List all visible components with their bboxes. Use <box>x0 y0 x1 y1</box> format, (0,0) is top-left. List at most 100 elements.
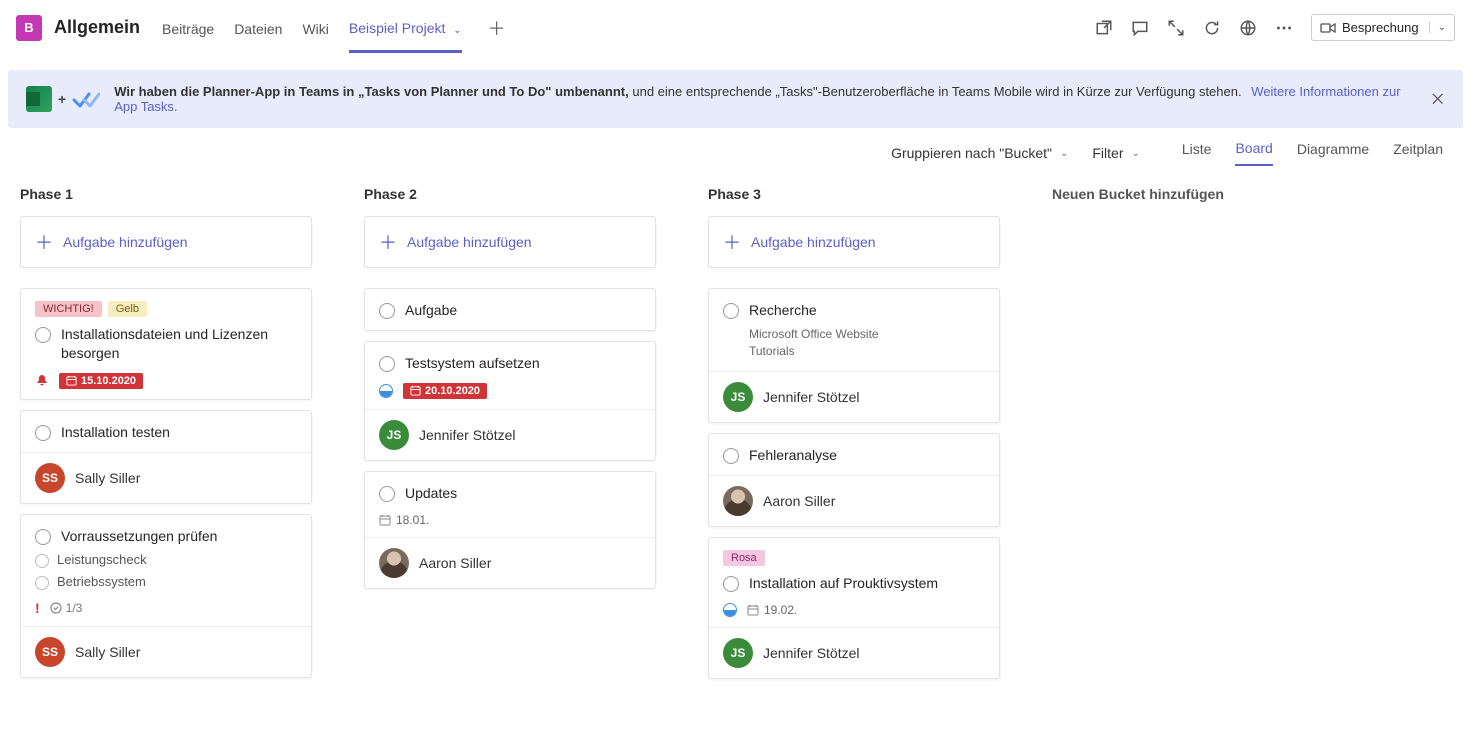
assignee-bar: JSJennifer Stötzel <box>709 371 999 422</box>
complete-toggle[interactable] <box>35 425 51 441</box>
assignee-bar: JSJennifer Stötzel <box>365 409 655 460</box>
task-title: Aufgabe <box>405 301 457 320</box>
more-icon[interactable] <box>1275 19 1293 37</box>
task-meta: 19.02. <box>723 603 985 617</box>
plus-icon: ＋ <box>379 229 397 255</box>
chevron-down-icon: ⌄ <box>1060 148 1068 159</box>
assignee-name: Sally Siller <box>75 644 140 660</box>
planner-toolbar: Gruppieren nach "Bucket" ⌄ Filter ⌄ List… <box>0 128 1471 178</box>
task-card[interactable]: RechercheMicrosoft Office WebsiteTutoria… <box>708 288 1000 423</box>
bucket: Phase 3 ＋Aufgabe hinzufügen RechercheMicro… <box>708 186 1000 689</box>
view-switcher: Liste Board Diagramme Zeitplan <box>1182 140 1443 166</box>
header-actions: Besprechung ⌄ <box>1095 14 1455 41</box>
avatar: JS <box>723 638 753 668</box>
bucket-title: Phase 3 <box>708 186 1000 202</box>
meet-label: Besprechung <box>1342 20 1419 35</box>
task-meta: !1/3 <box>35 600 297 616</box>
task-card[interactable]: Installation testenSSSally Siller <box>20 410 312 504</box>
task-card[interactable]: Fehleranalyse Aaron Siller <box>708 433 1000 527</box>
assignee-name: Sally Siller <box>75 470 140 486</box>
chevron-down-icon: ⌄ <box>453 25 461 36</box>
expand-icon[interactable] <box>1167 19 1185 37</box>
add-task-button[interactable]: ＋Aufgabe hinzufügen <box>364 216 656 268</box>
add-bucket-button[interactable]: Neuen Bucket hinzufügen <box>1052 186 1344 202</box>
info-banner: + Wir haben die Planner-App in Teams in … <box>8 70 1463 128</box>
task-meta: 15.10.2020 <box>35 373 297 389</box>
assignee-name: Jennifer Stötzel <box>763 389 860 405</box>
add-tab-button[interactable]: ＋ <box>482 15 512 41</box>
task-label: Rosa <box>723 550 765 566</box>
complete-toggle[interactable] <box>35 529 51 545</box>
filter-dropdown[interactable]: Filter ⌄ <box>1092 145 1140 161</box>
channel-tabs: Beiträge Dateien Wiki Beispiel Projekt ⌄… <box>162 3 512 53</box>
group-by-dropdown[interactable]: Gruppieren nach "Bucket" ⌄ <box>891 145 1068 161</box>
chevron-down-icon[interactable]: ⌄ <box>1429 22 1446 33</box>
popout-icon[interactable] <box>1095 19 1113 37</box>
task-label: WICHTIG! <box>35 301 102 317</box>
checklist-item[interactable]: Betriebssystem <box>35 574 297 590</box>
bucket: Phase 1＋Aufgabe hinzufügenWICHTIG!GelbIn… <box>20 186 312 688</box>
avatar <box>723 486 753 516</box>
checklist-text: Leistungscheck <box>57 552 147 567</box>
view-list[interactable]: Liste <box>1182 141 1212 165</box>
task-card[interactable]: RosaInstallation auf Prouktivsystem19.02… <box>708 537 1000 679</box>
assignee-name: Aaron Siller <box>763 493 835 509</box>
complete-toggle[interactable] <box>723 448 739 464</box>
plus-icon: ＋ <box>35 229 53 255</box>
board: Phase 1＋Aufgabe hinzufügenWICHTIG!GelbIn… <box>0 178 1471 719</box>
task-title: Vorraussetzungen prüfen <box>61 527 217 546</box>
tab-posts[interactable]: Beiträge <box>162 4 214 51</box>
chat-icon[interactable] <box>1131 19 1149 37</box>
close-icon[interactable] <box>1430 91 1445 107</box>
assignee-bar: SS Sally Siller <box>21 452 311 503</box>
task-title: Testsystem aufsetzen <box>405 354 540 373</box>
task-label: Gelb <box>108 301 147 317</box>
avatar: JS <box>379 420 409 450</box>
view-schedule[interactable]: Zeitplan <box>1393 141 1443 165</box>
assignee-name: Jennifer Stötzel <box>763 645 860 661</box>
add-task-label: Aufgabe hinzufügen <box>63 234 188 250</box>
task-card[interactable]: Vorraussetzungen prüfen Leistungscheck Bet… <box>20 514 312 678</box>
task-title: Fehleranalyse <box>749 446 837 465</box>
complete-toggle[interactable] <box>35 576 49 590</box>
due-date: 18.01. <box>379 513 429 527</box>
tab-label: Beispiel Projekt <box>349 20 446 36</box>
complete-toggle[interactable] <box>379 486 395 502</box>
filter-label: Filter <box>1092 145 1123 161</box>
task-meta: 18.01. <box>379 513 641 527</box>
team-avatar: B <box>16 15 42 41</box>
complete-toggle[interactable] <box>379 356 395 372</box>
bucket-title: Phase 2 <box>364 186 656 202</box>
task-meta: 20.10.2020 <box>379 383 641 399</box>
assignee-name: Aaron Siller <box>419 555 491 571</box>
complete-toggle[interactable] <box>379 303 395 319</box>
plus-icon: + <box>58 91 66 107</box>
tab-active-project[interactable]: Beispiel Projekt ⌄ <box>349 3 462 53</box>
task-card[interactable]: Testsystem aufsetzen 20.10.2020 JSJennifer… <box>364 341 656 461</box>
task-title: Recherche <box>749 301 817 320</box>
avatar: SS <box>35 637 65 667</box>
complete-toggle[interactable] <box>35 554 49 568</box>
add-task-button[interactable]: ＋Aufgabe hinzufügen <box>708 216 1000 268</box>
complete-toggle[interactable] <box>723 303 739 319</box>
add-task-button[interactable]: ＋ Aufgabe hinzufügen <box>20 216 312 268</box>
video-icon <box>1320 22 1336 34</box>
checklist-item[interactable]: Leistungscheck <box>35 552 297 568</box>
bucket: Phase 2 ＋Aufgabe hinzufügen Aufgabe Testsys… <box>364 186 656 599</box>
meet-button[interactable]: Besprechung ⌄ <box>1311 14 1455 41</box>
task-card[interactable]: Updates18.01.Aaron Siller <box>364 471 656 589</box>
tab-wiki[interactable]: Wiki <box>302 4 328 51</box>
refresh-icon[interactable] <box>1203 19 1221 37</box>
globe-icon[interactable] <box>1239 19 1257 37</box>
complete-toggle[interactable] <box>35 327 51 343</box>
view-charts[interactable]: Diagramme <box>1297 141 1369 165</box>
view-board[interactable]: Board <box>1235 140 1272 166</box>
group-by-label: Gruppieren nach "Bucket" <box>891 145 1052 161</box>
task-card[interactable]: Aufgabe <box>364 288 656 331</box>
avatar: SS <box>35 463 65 493</box>
progress-icon <box>379 384 393 398</box>
task-card[interactable]: WICHTIG!GelbInstallationsdateien und Liz… <box>20 288 312 400</box>
plus-icon: ＋ <box>723 229 741 255</box>
tab-files[interactable]: Dateien <box>234 4 282 51</box>
complete-toggle[interactable] <box>723 576 739 592</box>
